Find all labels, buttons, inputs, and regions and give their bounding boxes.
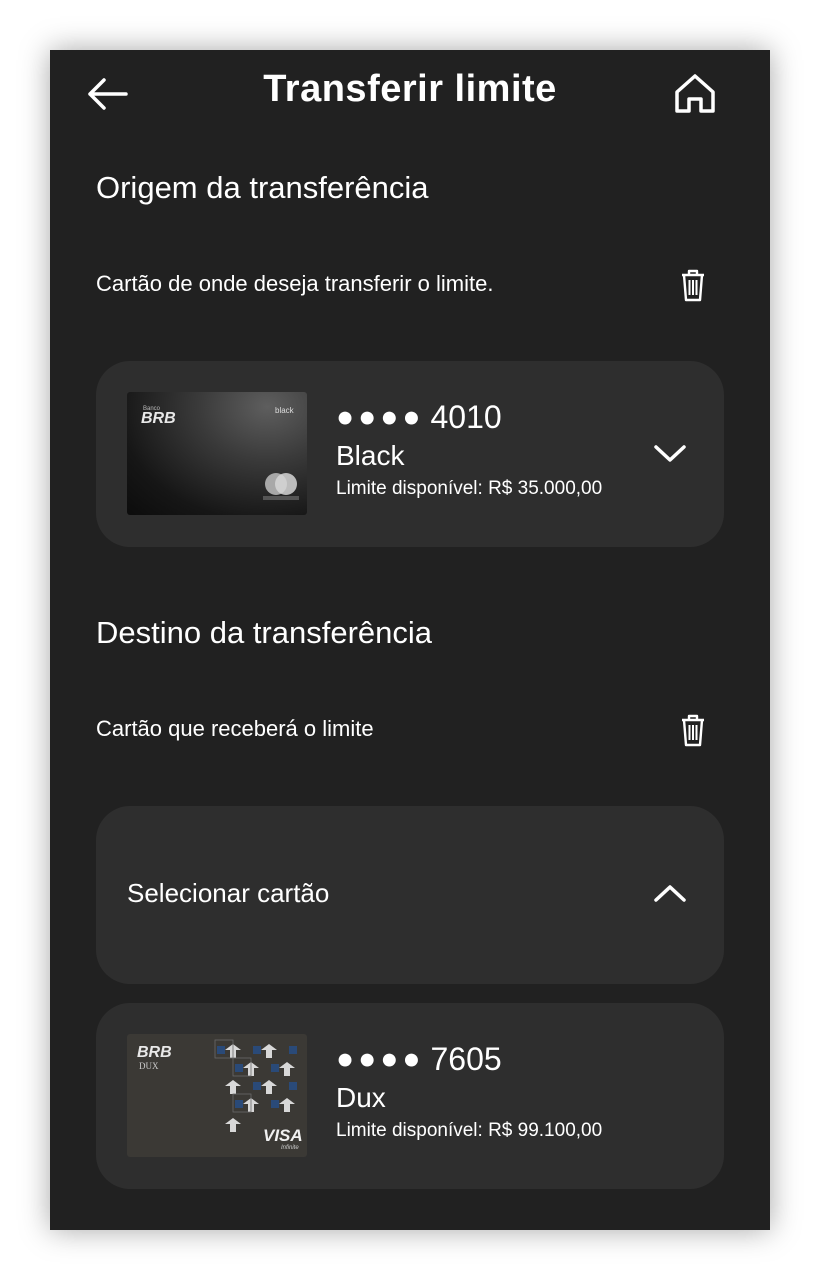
- trash-icon: [682, 269, 704, 302]
- home-icon: [675, 74, 715, 113]
- visa-infinite-label: Infinite: [281, 1145, 299, 1151]
- origin-section-subtitle: Cartão de onde deseja transferir o limit…: [96, 271, 494, 296]
- card-limit: Limite disponível: R$ 35.000,00: [336, 478, 603, 499]
- page-title: Transferir limite: [263, 68, 557, 110]
- card-image-black: Banco BRB black: [127, 392, 307, 515]
- destination-card-select[interactable]: Selecionar cartão: [96, 806, 724, 984]
- destination-section-subtitle: Cartão que receberá o limite: [96, 716, 374, 741]
- trash-icon: [682, 714, 704, 747]
- masked-dots: ●●●●: [336, 1042, 425, 1076]
- origin-card-info: ●●●● 4010 Black Limite disponível: R$ 35.…: [336, 399, 602, 500]
- header: Transferir limite: [50, 50, 770, 140]
- app-screen: Transferir limite Origem da transferênci…: [50, 50, 770, 1230]
- origin-card-selector[interactable]: Banco BRB black ●●●● 4010 Black Limite di…: [96, 361, 724, 547]
- brb-logo: BRB: [141, 410, 176, 427]
- select-card-label: Selecionar cartão: [127, 878, 330, 908]
- home-button[interactable]: [670, 70, 720, 118]
- card-option-dux[interactable]: BRB DUX VISA Infinite ●●●● 7605 Dux Limi…: [96, 1003, 724, 1189]
- dux-label: DUX: [139, 1061, 159, 1071]
- mastercard-logo-icon: [263, 473, 299, 500]
- brb-logo: BRB: [137, 1044, 172, 1061]
- card-name: Dux: [336, 1082, 386, 1113]
- masked-dots: ●●●●: [336, 400, 425, 434]
- card-number-row: ●●●● 7605: [336, 1041, 602, 1078]
- card-tier-label: black: [275, 406, 294, 415]
- dux-card-info: ●●●● 7605 Dux Limite disponível: R$ 99.10…: [336, 1041, 602, 1142]
- chevron-down-icon[interactable]: [652, 441, 688, 465]
- card-number-row: ●●●● 4010: [336, 399, 602, 436]
- visa-logo: VISA: [263, 1126, 303, 1145]
- origin-delete-button[interactable]: [677, 267, 709, 303]
- destination-delete-button[interactable]: [677, 712, 709, 748]
- card-name: Black: [336, 440, 405, 471]
- card-last4: 4010: [430, 399, 502, 435]
- origin-section-title: Origem da transferência: [96, 170, 429, 205]
- card-image-dux: BRB DUX VISA Infinite: [127, 1034, 307, 1157]
- card-limit: Limite disponível: R$ 99.100,00: [336, 1120, 603, 1141]
- chevron-up-icon[interactable]: [652, 882, 688, 906]
- card-last4: 7605: [430, 1041, 502, 1077]
- destination-section-title: Destino da transferência: [96, 615, 433, 650]
